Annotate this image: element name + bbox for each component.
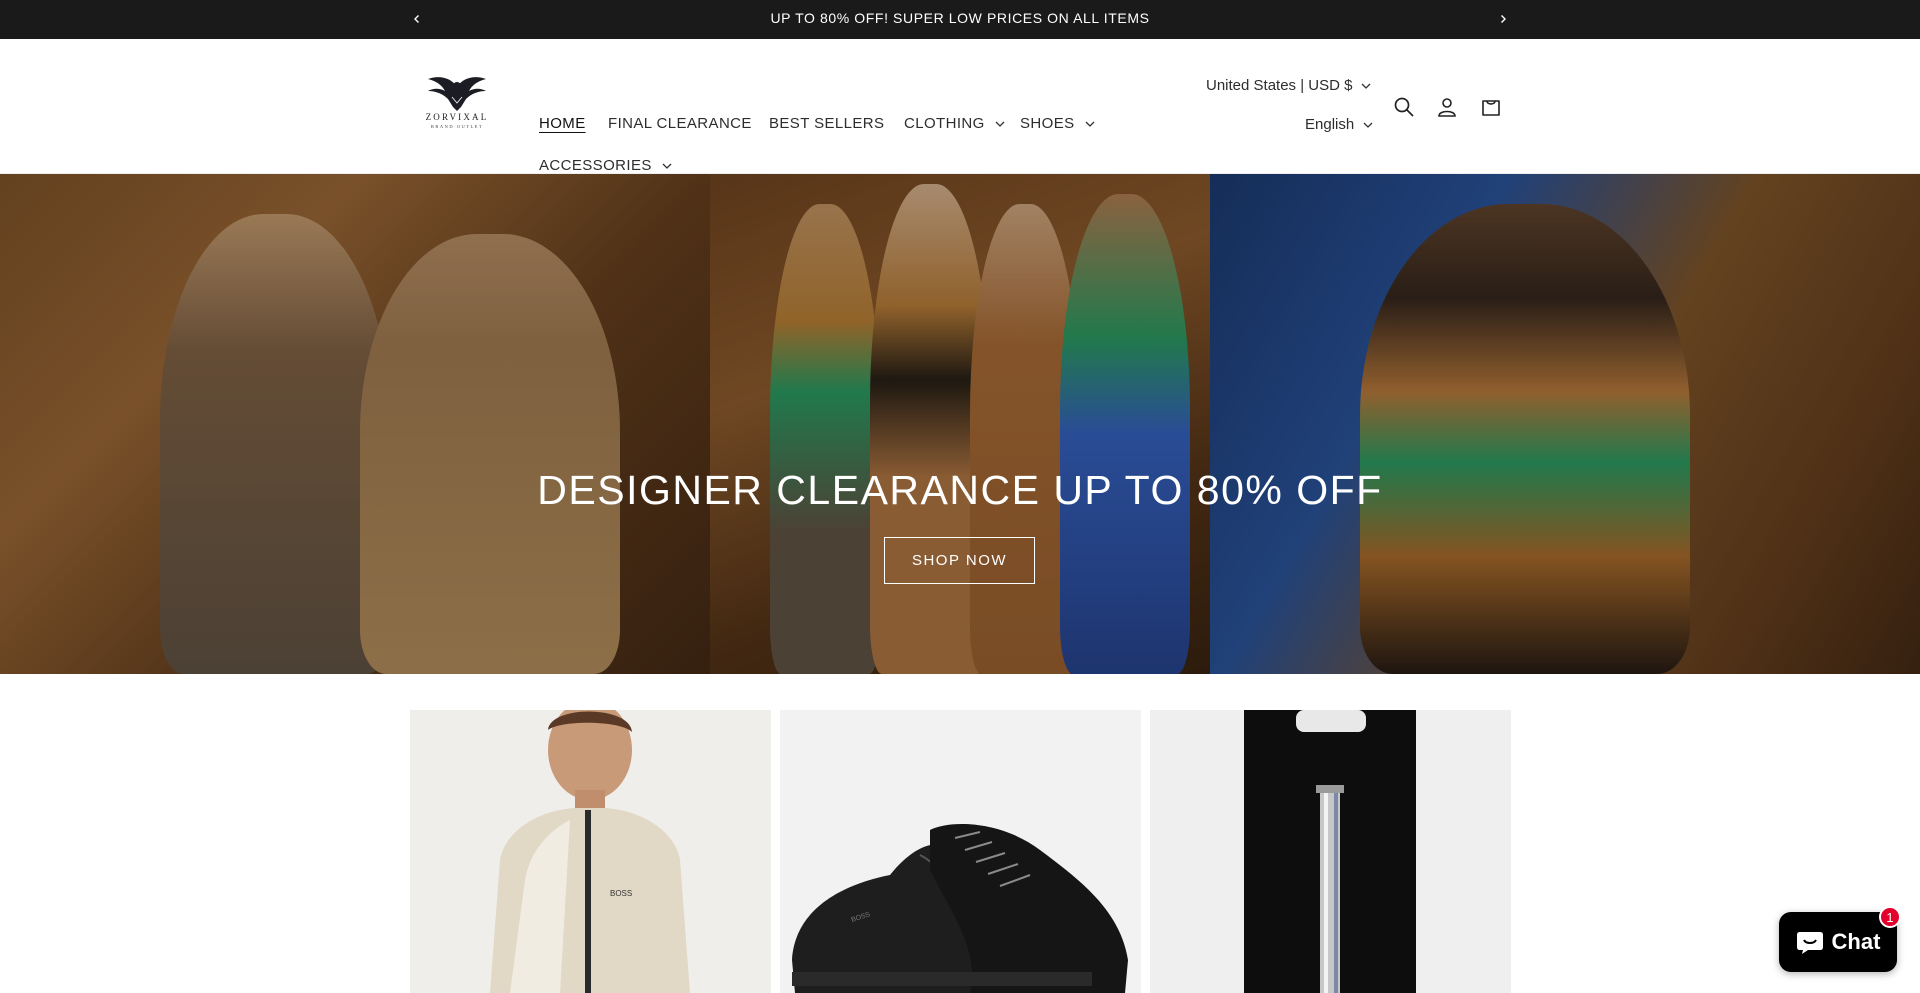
eagle-logo-icon <box>428 77 486 111</box>
product-brand-mark: BOSS <box>610 889 632 898</box>
product-card[interactable]: BOSS <box>780 710 1141 993</box>
nav-shoes[interactable]: SHOES <box>1020 115 1095 132</box>
announcement-next-button[interactable] <box>1493 9 1513 29</box>
product-card[interactable]: BOSS <box>410 710 771 993</box>
chat-label: Chat <box>1831 929 1881 954</box>
nav-final-clearance[interactable]: FINAL CLEARANCE <box>608 115 752 132</box>
cart-button[interactable] <box>1477 93 1505 121</box>
announcement-bar: UP TO 80% OFF! SUPER LOW PRICES ON ALL I… <box>0 0 1920 39</box>
product-image: BOSS <box>410 710 771 993</box>
country-currency-selector[interactable]: United States | USD $ <box>1206 77 1371 94</box>
site-header: ZORVIXAL BRAND OUTLET HOME FINAL CLEARAN… <box>0 39 1920 174</box>
nav-clothing[interactable]: CLOTHING <box>904 115 1005 132</box>
nav-accessories[interactable]: ACCESSORIES <box>539 157 672 174</box>
chevron-right-icon <box>1501 15 1506 23</box>
shop-now-button[interactable]: SHOP NOW <box>884 537 1035 584</box>
country-currency-label: United States | USD $ <box>1206 77 1353 94</box>
chevron-down-icon <box>995 121 1005 127</box>
cart-icon <box>1482 100 1500 116</box>
logo-brand-text: ZORVIXAL <box>425 112 489 122</box>
chat-unread-badge: 1 <box>1879 906 1901 928</box>
announcement-message[interactable]: UP TO 80% OFF! SUPER LOW PRICES ON ALL I… <box>0 0 1920 39</box>
language-label: English <box>1305 116 1355 133</box>
nav-best-sellers-label: BEST SELLERS <box>769 115 885 132</box>
search-icon <box>1394 97 1414 117</box>
chat-bubble-icon <box>1796 932 1823 954</box>
hero-banner: DESIGNER CLEARANCE UP TO 80% OFF SHOP NO… <box>0 174 1920 674</box>
product-image <box>1150 710 1511 993</box>
chevron-down-icon <box>1361 83 1371 89</box>
account-icon <box>1438 98 1456 117</box>
product-image: BOSS <box>780 710 1141 993</box>
nav-shoes-label: SHOES <box>1020 115 1075 132</box>
nav-final-clearance-label: FINAL CLEARANCE <box>608 115 752 132</box>
search-button[interactable] <box>1390 93 1418 121</box>
hero-title: DESIGNER CLEARANCE UP TO 80% OFF <box>537 467 1383 513</box>
logo[interactable]: ZORVIXAL BRAND OUTLET <box>418 73 496 135</box>
logo-sub-text: BRAND OUTLET <box>430 124 484 129</box>
nav-accessories-label: ACCESSORIES <box>539 157 652 174</box>
chat-button[interactable]: Chat 1 <box>1779 906 1901 972</box>
account-button[interactable] <box>1433 93 1461 121</box>
chevron-down-icon <box>662 163 672 169</box>
chevron-down-icon <box>1085 121 1095 127</box>
nav-home[interactable]: HOME <box>539 115 586 132</box>
nav-clothing-label: CLOTHING <box>904 115 985 132</box>
nav-home-label: HOME <box>539 115 586 132</box>
product-card[interactable] <box>1150 710 1511 993</box>
chevron-down-icon <box>1363 122 1373 128</box>
language-selector[interactable]: English <box>1305 116 1373 133</box>
nav-best-sellers[interactable]: BEST SELLERS <box>769 115 884 132</box>
